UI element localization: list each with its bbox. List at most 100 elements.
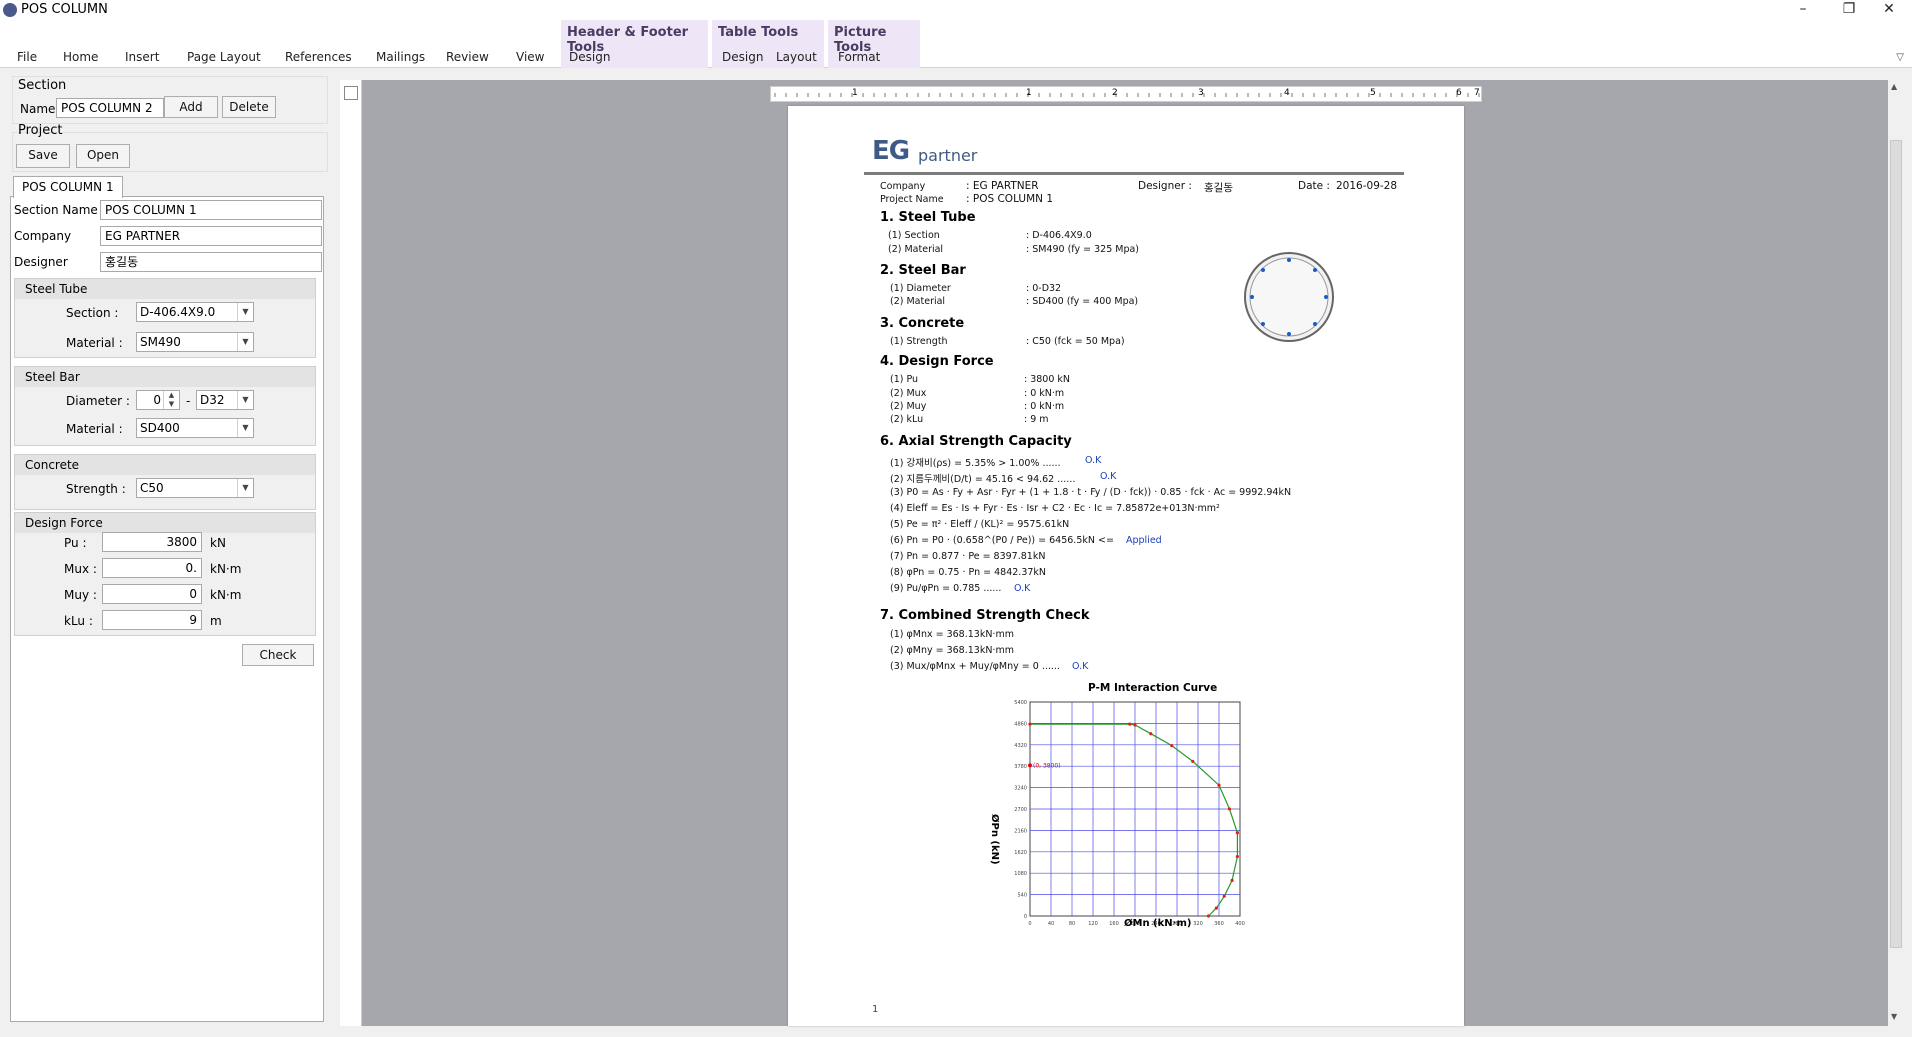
tab-hf-design[interactable]: Design: [569, 50, 610, 64]
tab-insert[interactable]: Insert: [125, 50, 159, 64]
tab-references[interactable]: References: [285, 50, 352, 64]
mux-input[interactable]: 0.: [102, 558, 202, 578]
delete-button[interactable]: Delete: [222, 96, 276, 118]
company-value: : EG PARTNER: [966, 180, 1039, 192]
klu-input[interactable]: 9: [102, 610, 202, 630]
scroll-thumb[interactable]: [1890, 140, 1902, 948]
vertical-ruler: [340, 80, 362, 1026]
check-button[interactable]: Check: [242, 644, 314, 666]
bar-material-label: Material :: [66, 422, 123, 436]
tab-view[interactable]: View: [516, 50, 544, 64]
series-point: [1028, 722, 1032, 726]
chevron-down-icon[interactable]: ▼: [237, 419, 253, 437]
designer-field[interactable]: 홍길동: [100, 252, 322, 272]
s2-l1: (1) Diameter: [890, 283, 951, 294]
ruler-number: 5: [1370, 88, 1376, 98]
tube-section-select[interactable]: D-406.4X9.0 ▼: [136, 302, 254, 322]
y-tick-label: 5400: [1014, 700, 1027, 706]
s6-line-7: (7) Pn = 0.877 · Pe = 8397.81kN: [890, 551, 1046, 562]
tab-review[interactable]: Review: [446, 50, 489, 64]
series-point: [1230, 878, 1234, 882]
s7-line-2: (2) φMny = 368.13kN·mm: [890, 645, 1014, 656]
s3-v1: : C50 (fck = 50 Mpa): [1026, 336, 1125, 347]
s1-v2: : SM490 (fy = 325 Mpa): [1026, 244, 1140, 255]
rebar: [1261, 322, 1265, 326]
design-point: [1028, 763, 1032, 768]
section-name-label: Section Name: [14, 203, 98, 217]
tab-selector[interactable]: [344, 86, 358, 100]
s6-applied: Applied: [1126, 535, 1162, 546]
tab-page-layout[interactable]: Page Layout: [187, 50, 261, 64]
chevron-down-icon[interactable]: ▼: [237, 391, 253, 409]
concrete-strength-select[interactable]: C50 ▼: [136, 478, 254, 498]
save-button[interactable]: Save: [16, 144, 70, 168]
ruler-number: 6: [1456, 88, 1462, 98]
series-point: [1191, 759, 1195, 764]
y-tick-label: 3780: [1014, 764, 1027, 770]
logo-partner: partner: [918, 146, 978, 165]
tab-home[interactable]: Home: [63, 50, 98, 64]
bar-material-select[interactable]: SD400 ▼: [136, 418, 254, 438]
add-button[interactable]: Add: [164, 96, 218, 118]
rebar: [1287, 332, 1291, 336]
bar-count-stepper[interactable]: 0 ▲ ▼: [136, 390, 180, 410]
open-button[interactable]: Open: [76, 144, 130, 168]
bar-diameter-select[interactable]: D32 ▼: [196, 390, 254, 410]
tab-pos-column-1[interactable]: POS COLUMN 1: [13, 176, 123, 198]
name-label: Name: [20, 102, 56, 116]
section-name-field[interactable]: POS COLUMN 1: [100, 200, 322, 220]
tab-table-layout[interactable]: Layout: [776, 50, 817, 64]
rebar: [1287, 258, 1291, 262]
close-button[interactable]: ✕: [1866, 0, 1912, 20]
x-tick-label: 400: [1235, 921, 1245, 926]
company-field[interactable]: EG PARTNER: [100, 226, 322, 246]
pu-input[interactable]: 3800: [102, 532, 202, 552]
document-page[interactable]: EG partner Company : EG PARTNER Project …: [788, 106, 1464, 1026]
dash-label: -: [186, 394, 191, 408]
s4-v3: : 0 kN·m: [1024, 401, 1065, 412]
chevron-down-icon[interactable]: ▼: [237, 479, 253, 497]
y-tick-label: 2700: [1014, 807, 1027, 813]
project-value: : POS COLUMN 1: [966, 193, 1054, 205]
y-tick-label: 1620: [1014, 850, 1027, 856]
s3-title: 3. Concrete: [880, 316, 965, 331]
pm-interaction-chart: 0040540801080120162016021602002700240324…: [1014, 700, 1245, 926]
y-tick-label: 1080: [1014, 871, 1027, 877]
section-name-input[interactable]: POS COLUMN 2: [56, 98, 164, 118]
rebar: [1313, 268, 1317, 272]
rebar: [1324, 295, 1328, 299]
s7-ok: O.K: [1072, 661, 1089, 672]
ribbon-collapse-icon[interactable]: ▽: [1896, 52, 1904, 63]
series-point: [1222, 894, 1226, 898]
chevron-down-icon[interactable]: ▼: [237, 333, 253, 351]
s4-v4: : 9 m: [1024, 414, 1049, 425]
project-label: Project: [18, 123, 63, 138]
s7-title: 7. Combined Strength Check: [880, 608, 1090, 623]
chart-title: P-M Interaction Curve: [1088, 682, 1218, 694]
s7-line-3: (3) Mux/φMnx + Muy/φMny = 0 ......: [890, 661, 1060, 672]
designer-label: Designer: [14, 255, 68, 269]
chevron-down-icon[interactable]: ▼: [237, 303, 253, 321]
x-tick-label: 0: [1028, 921, 1031, 926]
scroll-up-icon[interactable]: ▲: [1891, 82, 1897, 91]
s6-ok-9: O.K: [1014, 583, 1031, 594]
tab-file[interactable]: File: [17, 50, 37, 64]
chart-ylabel: ØPn (kN): [989, 814, 1000, 865]
tab-mailings[interactable]: Mailings: [376, 50, 425, 64]
tab-picture-format[interactable]: Format: [838, 50, 880, 64]
s4-l2: (2) Mux: [890, 388, 927, 399]
tube-material-select[interactable]: SM490 ▼: [136, 332, 254, 352]
scroll-down-icon[interactable]: ▼: [1891, 1012, 1897, 1021]
muy-input[interactable]: 0: [102, 584, 202, 604]
ruler-ticks: [774, 93, 1480, 97]
muy-unit: kN·m: [210, 588, 242, 602]
vertical-scrollbar[interactable]: ▲ ▼: [1888, 80, 1904, 1026]
y-tick-label: 3240: [1014, 786, 1027, 792]
rebar: [1250, 295, 1254, 299]
klu-unit: m: [210, 614, 222, 628]
minimize-button[interactable]: –: [1780, 0, 1826, 20]
s4-title: 4. Design Force: [880, 354, 994, 369]
stepper-icon[interactable]: ▲ ▼: [163, 391, 179, 409]
x-tick-label: 80: [1069, 921, 1075, 926]
tab-table-design[interactable]: Design: [722, 50, 763, 64]
